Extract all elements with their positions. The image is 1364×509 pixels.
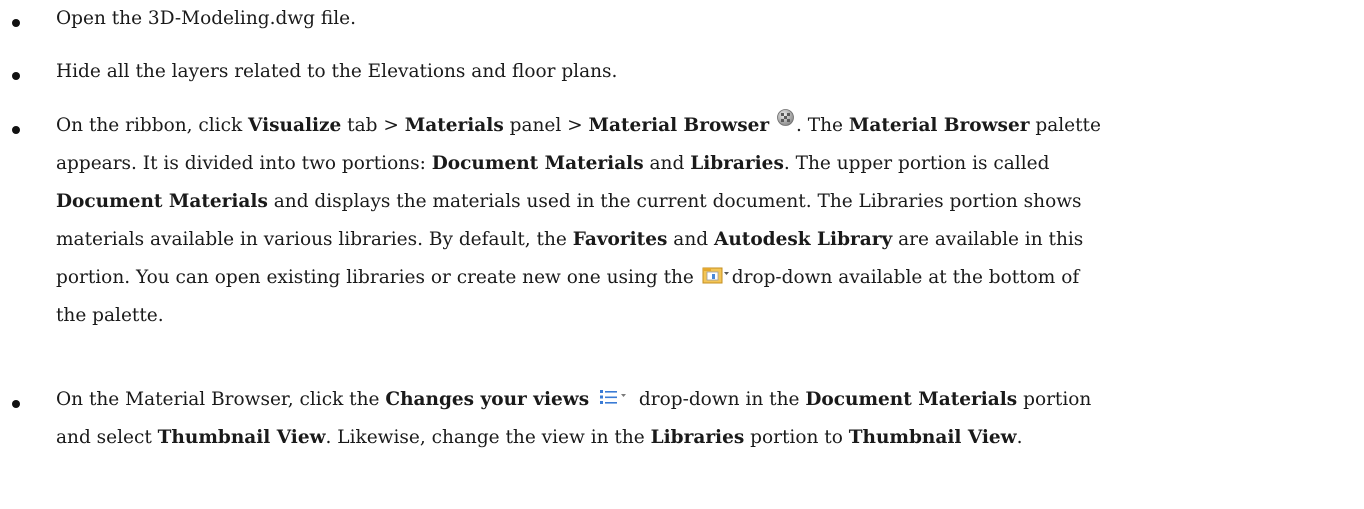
item-1-text: Open the 3D-Modeling.dwg file.	[56, 8, 356, 29]
document-page: Open the 3D-Modeling.dwg file. Hide all …	[0, 0, 1364, 509]
bold-term: Document Materials	[805, 389, 1018, 410]
item-3-line-2: appears. It is divided into two portions…	[56, 153, 1050, 174]
list-item-text: On the Material Browser, click the Chang…	[56, 381, 1346, 457]
list-view-dropdown-icon	[600, 390, 627, 404]
bold-term: Thumbnail View	[157, 427, 326, 448]
item-3-line-5: portion. You can open existing libraries…	[56, 267, 1080, 288]
item-3-line-6: the palette.	[56, 305, 164, 326]
bold-term: Document Materials	[56, 191, 268, 212]
bold-term: Libraries	[650, 427, 745, 448]
item-4-line-2: and select Thumbnail View. Likewise, cha…	[56, 427, 1023, 448]
item-4-line-1: On the Material Browser, click the Chang…	[56, 389, 1092, 410]
bold-term: Libraries	[690, 153, 784, 174]
bullet-icon	[12, 72, 20, 80]
item-3-line-1: On the ribbon, click Visualize tab > Mat…	[56, 107, 1346, 145]
bullet-icon	[12, 19, 20, 27]
library-dropdown-icon	[702, 267, 729, 284]
item-3-line-3: Document Materials and displays the mate…	[56, 191, 1082, 212]
list-item-text: Open the 3D-Modeling.dwg file.	[56, 0, 1346, 38]
material-browser-icon	[777, 108, 794, 126]
bullet-icon	[12, 400, 20, 408]
bold-term: Document Materials	[431, 153, 644, 174]
bold-term: Materials	[404, 115, 504, 136]
bold-term: Visualize	[248, 115, 342, 136]
bold-term: Changes your views	[385, 389, 590, 410]
list-item-text: Hide all the layers related to the Eleva…	[56, 53, 1346, 91]
bold-term: Material Browser	[848, 115, 1030, 136]
bold-term: Favorites	[572, 229, 668, 250]
list-item-text: On the ribbon, click Visualize tab > Mat…	[56, 107, 1346, 335]
bullet-icon	[12, 126, 20, 134]
bold-term: Material Browser	[588, 115, 770, 136]
item-3-line-4: materials available in various libraries…	[56, 229, 1084, 250]
item-2-text: Hide all the layers related to the Eleva…	[56, 61, 618, 82]
bold-term: Thumbnail View	[848, 427, 1017, 448]
bold-term: Autodesk Library	[713, 229, 893, 250]
